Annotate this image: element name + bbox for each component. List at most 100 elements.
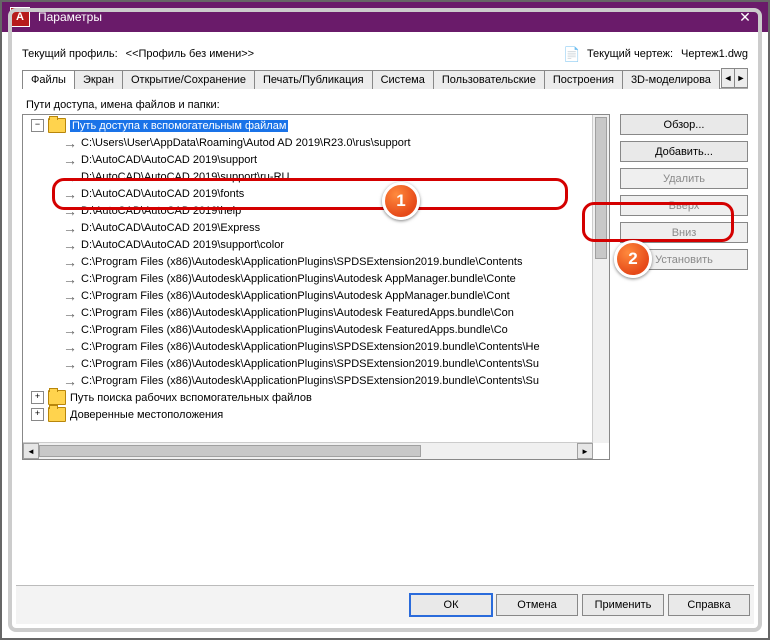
tab-screen[interactable]: Экран [74, 70, 123, 89]
window-title: Параметры [38, 10, 730, 24]
arrow-icon: → [63, 325, 77, 335]
browse-button[interactable]: Обзор... [620, 114, 748, 135]
scroll-left-icon[interactable]: ◄ [23, 443, 39, 459]
tree-path-item[interactable]: → C:\Program Files (x86)\Autodesk\Applica… [23, 270, 593, 287]
tree-path-item[interactable]: → C:\Program Files (x86)\Autodesk\Applica… [23, 253, 593, 270]
path-text: C:\Users\User\AppData\Roaming\Autod AD 2… [81, 137, 411, 149]
arrow-icon: → [63, 138, 77, 148]
folder-icon [48, 407, 66, 422]
tree-path-item[interactable]: → C:\Program Files (x86)\Autodesk\Applica… [23, 355, 593, 372]
tree-path-item[interactable]: → C:\Program Files (x86)\Autodesk\Applica… [23, 338, 593, 355]
arrow-icon: → [63, 172, 77, 182]
arrow-icon: → [63, 291, 77, 301]
add-button[interactable]: Добавить... [620, 141, 748, 162]
collapse-icon[interactable]: − [31, 119, 44, 132]
scrollbar-vertical[interactable] [592, 115, 609, 443]
arrow-icon: → [63, 257, 77, 267]
arrow-icon: → [63, 189, 77, 199]
tree-path-item[interactable]: → C:\Program Files (x86)\Autodesk\Applica… [23, 304, 593, 321]
tab-scroll-right[interactable]: ► [734, 68, 748, 88]
tree-node-working-paths[interactable]: + Путь поиска рабочих вспомогательных фа… [23, 389, 593, 406]
folder-icon [48, 390, 66, 405]
expand-icon[interactable]: + [31, 391, 44, 404]
arrow-icon: → [63, 342, 77, 352]
path-text: C:\Program Files (x86)\Autodesk\Applicat… [81, 324, 508, 336]
callout-badge-2: 2 [614, 240, 652, 278]
callout-badge-1: 1 [382, 182, 420, 220]
tree-path-item[interactable]: → D:\AutoCAD\AutoCAD 2019\support\ru-RU [23, 168, 593, 185]
tree-path-item[interactable]: → C:\Program Files (x86)\Autodesk\Applica… [23, 372, 593, 389]
path-text: C:\Program Files (x86)\Autodesk\Applicat… [81, 290, 510, 302]
tree-node-label: Путь поиска рабочих вспомогательных файл… [70, 392, 312, 404]
cancel-button[interactable]: Отмена [496, 594, 578, 616]
movedown-button[interactable]: Вниз [620, 222, 748, 243]
path-text: C:\Program Files (x86)\Autodesk\Applicat… [81, 358, 539, 370]
drawing-icon: 📄 [563, 46, 579, 62]
path-text: C:\Program Files (x86)\Autodesk\Applicat… [81, 341, 540, 353]
tab-scroll-left[interactable]: ◄ [721, 68, 735, 88]
tree-path-item[interactable]: → D:\AutoCAD\AutoCAD 2019\Express [23, 219, 593, 236]
tab-files[interactable]: Файлы [22, 70, 75, 89]
arrow-icon: → [63, 155, 77, 165]
folder-icon [48, 118, 66, 133]
arrow-icon: → [63, 206, 77, 216]
remove-button[interactable]: Удалить [620, 168, 748, 189]
close-button[interactable]: ✕ [730, 2, 760, 32]
path-text: D:\AutoCAD\AutoCAD 2019\support [81, 154, 257, 166]
help-button[interactable]: Справка [668, 594, 750, 616]
tab-open-save[interactable]: Открытие/Сохранение [122, 70, 255, 89]
tab-system[interactable]: Система [372, 70, 434, 89]
path-text: D:\AutoCAD\AutoCAD 2019\support\color [81, 239, 284, 251]
arrow-icon: → [63, 274, 77, 284]
tabs-row: Файлы Экран Открытие/Сохранение Печать/П… [22, 66, 748, 89]
moveup-button[interactable]: Вверх [620, 195, 748, 216]
arrow-icon: → [63, 240, 77, 250]
section-label: Пути доступа, имена файлов и папки: [26, 99, 748, 111]
tree-path-item[interactable]: → D:\AutoCAD\AutoCAD 2019\support [23, 151, 593, 168]
arrow-icon: → [63, 359, 77, 369]
tree-path-item[interactable]: → C:\Program Files (x86)\Autodesk\Applica… [23, 321, 593, 338]
titlebar: A Параметры ✕ [2, 2, 768, 32]
tree-node-trusted[interactable]: + Доверенные местоположения [23, 406, 593, 423]
side-buttons: Обзор... Добавить... Удалить Вверх Вниз … [620, 114, 748, 460]
current-drawing-value: Чертеж1.dwg [681, 48, 748, 60]
current-drawing-label: Текущий чертеж: [587, 48, 673, 60]
dialog-buttons: ОК Отмена Применить Справка [16, 585, 754, 624]
profile-row: Текущий профиль: <<Профиль без имени>> 📄… [22, 46, 748, 62]
current-profile-value: <<Профиль без имени>> [126, 48, 254, 60]
scrollbar-horizontal[interactable]: ◄ ► [23, 442, 593, 459]
path-text: D:\AutoCAD\AutoCAD 2019\help [81, 205, 241, 217]
ok-button[interactable]: ОК [410, 594, 492, 616]
path-text: D:\AutoCAD\AutoCAD 2019\Express [81, 222, 260, 234]
close-icon: ✕ [739, 9, 751, 26]
tree-path-item[interactable]: →D:\AutoCAD\AutoCAD 2019\fonts [23, 185, 593, 202]
tab-print[interactable]: Печать/Публикация [254, 70, 373, 89]
arrow-icon: → [63, 308, 77, 318]
tree-node-label: Доверенные местоположения [70, 409, 223, 421]
path-text: D:\AutoCAD\AutoCAD 2019\support\ru-RU [81, 171, 289, 183]
paths-tree[interactable]: − Путь доступа к вспомогательным файлам … [22, 114, 610, 460]
apply-button[interactable]: Применить [582, 594, 664, 616]
path-text: C:\Program Files (x86)\Autodesk\Applicat… [81, 375, 539, 387]
current-profile-label: Текущий профиль: [22, 48, 118, 60]
arrow-icon: → [63, 223, 77, 233]
tree-content: − Путь доступа к вспомогательным файлам … [23, 115, 593, 443]
tree-node-support-paths[interactable]: − Путь доступа к вспомогательным файлам [23, 117, 593, 134]
scroll-thumb[interactable] [39, 445, 421, 457]
scroll-thumb[interactable] [595, 117, 607, 259]
tree-path-item[interactable]: → C:\Users\User\AppData\Roaming\Autod AD … [23, 134, 593, 151]
tab-drafting[interactable]: Построения [544, 70, 623, 89]
tree-path-item[interactable]: → D:\AutoCAD\AutoCAD 2019\help [23, 202, 593, 219]
tab-3d[interactable]: 3D-моделирова [622, 70, 720, 89]
path-text: C:\Program Files (x86)\Autodesk\Applicat… [81, 307, 514, 319]
path-text: C:\Program Files (x86)\Autodesk\Applicat… [81, 256, 522, 268]
arrow-icon: → [63, 376, 77, 386]
tree-node-label: Путь доступа к вспомогательным файлам [70, 120, 288, 132]
expand-icon[interactable]: + [31, 408, 44, 421]
tree-path-item[interactable]: → D:\AutoCAD\AutoCAD 2019\support\color [23, 236, 593, 253]
scroll-right-icon[interactable]: ► [577, 443, 593, 459]
tree-path-item[interactable]: → C:\Program Files (x86)\Autodesk\Applica… [23, 287, 593, 304]
path-text: C:\Program Files (x86)\Autodesk\Applicat… [81, 273, 516, 285]
app-icon: A [10, 7, 30, 27]
tab-user[interactable]: Пользовательские [433, 70, 545, 89]
